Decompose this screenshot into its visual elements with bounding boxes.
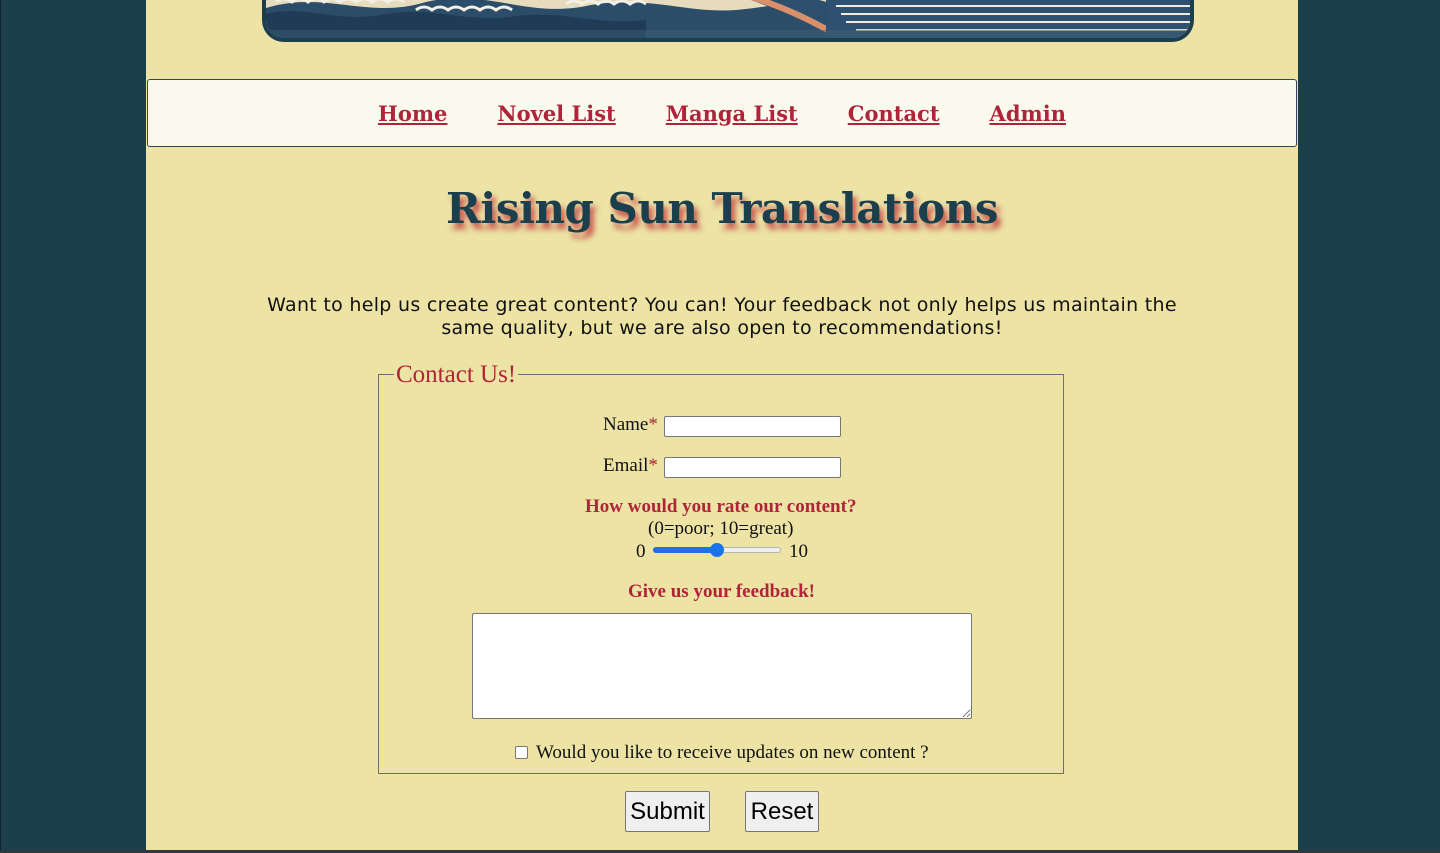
email-field[interactable]: [664, 457, 841, 478]
rating-max-label: 10: [789, 541, 808, 562]
nav-link-novel-list[interactable]: Novel List: [497, 101, 615, 126]
rating-hint: (0=poor; 10=great): [648, 518, 794, 539]
rating-question: How would you rate our content?: [585, 496, 857, 517]
name-label-text: Name: [603, 414, 649, 435]
nav-link-admin[interactable]: Admin: [990, 101, 1066, 126]
email-required-mark: *: [648, 455, 658, 476]
main-navigation: Home Novel List Manga List Contact Admin: [147, 79, 1297, 147]
submit-button[interactable]: Submit: [625, 791, 710, 832]
name-field[interactable]: [664, 416, 841, 437]
nav-link-manga-list[interactable]: Manga List: [666, 101, 798, 126]
page-edge: [0, 0, 1, 853]
email-label-text: Email: [603, 455, 649, 476]
rating-min-label: 0: [636, 541, 646, 562]
intro-text: Want to help us create great content? Yo…: [267, 294, 1177, 339]
rating-slider-fill: [653, 547, 717, 553]
reset-button[interactable]: Reset: [745, 791, 819, 832]
name-label: Name*: [603, 414, 658, 436]
feedback-textarea[interactable]: [472, 613, 972, 719]
email-label: Email*: [603, 455, 658, 477]
great-wave-banner: [262, 0, 1194, 42]
contact-legend: Contact Us!: [394, 360, 519, 390]
site-title: Rising Sun Translations: [446, 184, 998, 233]
rating-slider-thumb[interactable]: [710, 543, 724, 557]
nav-list: Home Novel List Manga List Contact Admin: [148, 80, 1296, 146]
feedback-label: Give us your feedback!: [628, 581, 816, 602]
nav-link-home[interactable]: Home: [378, 101, 447, 126]
page: Home Novel List Manga List Contact Admin…: [0, 0, 1440, 853]
nav-link-contact[interactable]: Contact: [848, 101, 940, 126]
name-required-mark: *: [648, 414, 658, 435]
updates-checkbox[interactable]: [515, 746, 528, 759]
updates-label: Would you like to receive updates on new…: [536, 742, 929, 763]
